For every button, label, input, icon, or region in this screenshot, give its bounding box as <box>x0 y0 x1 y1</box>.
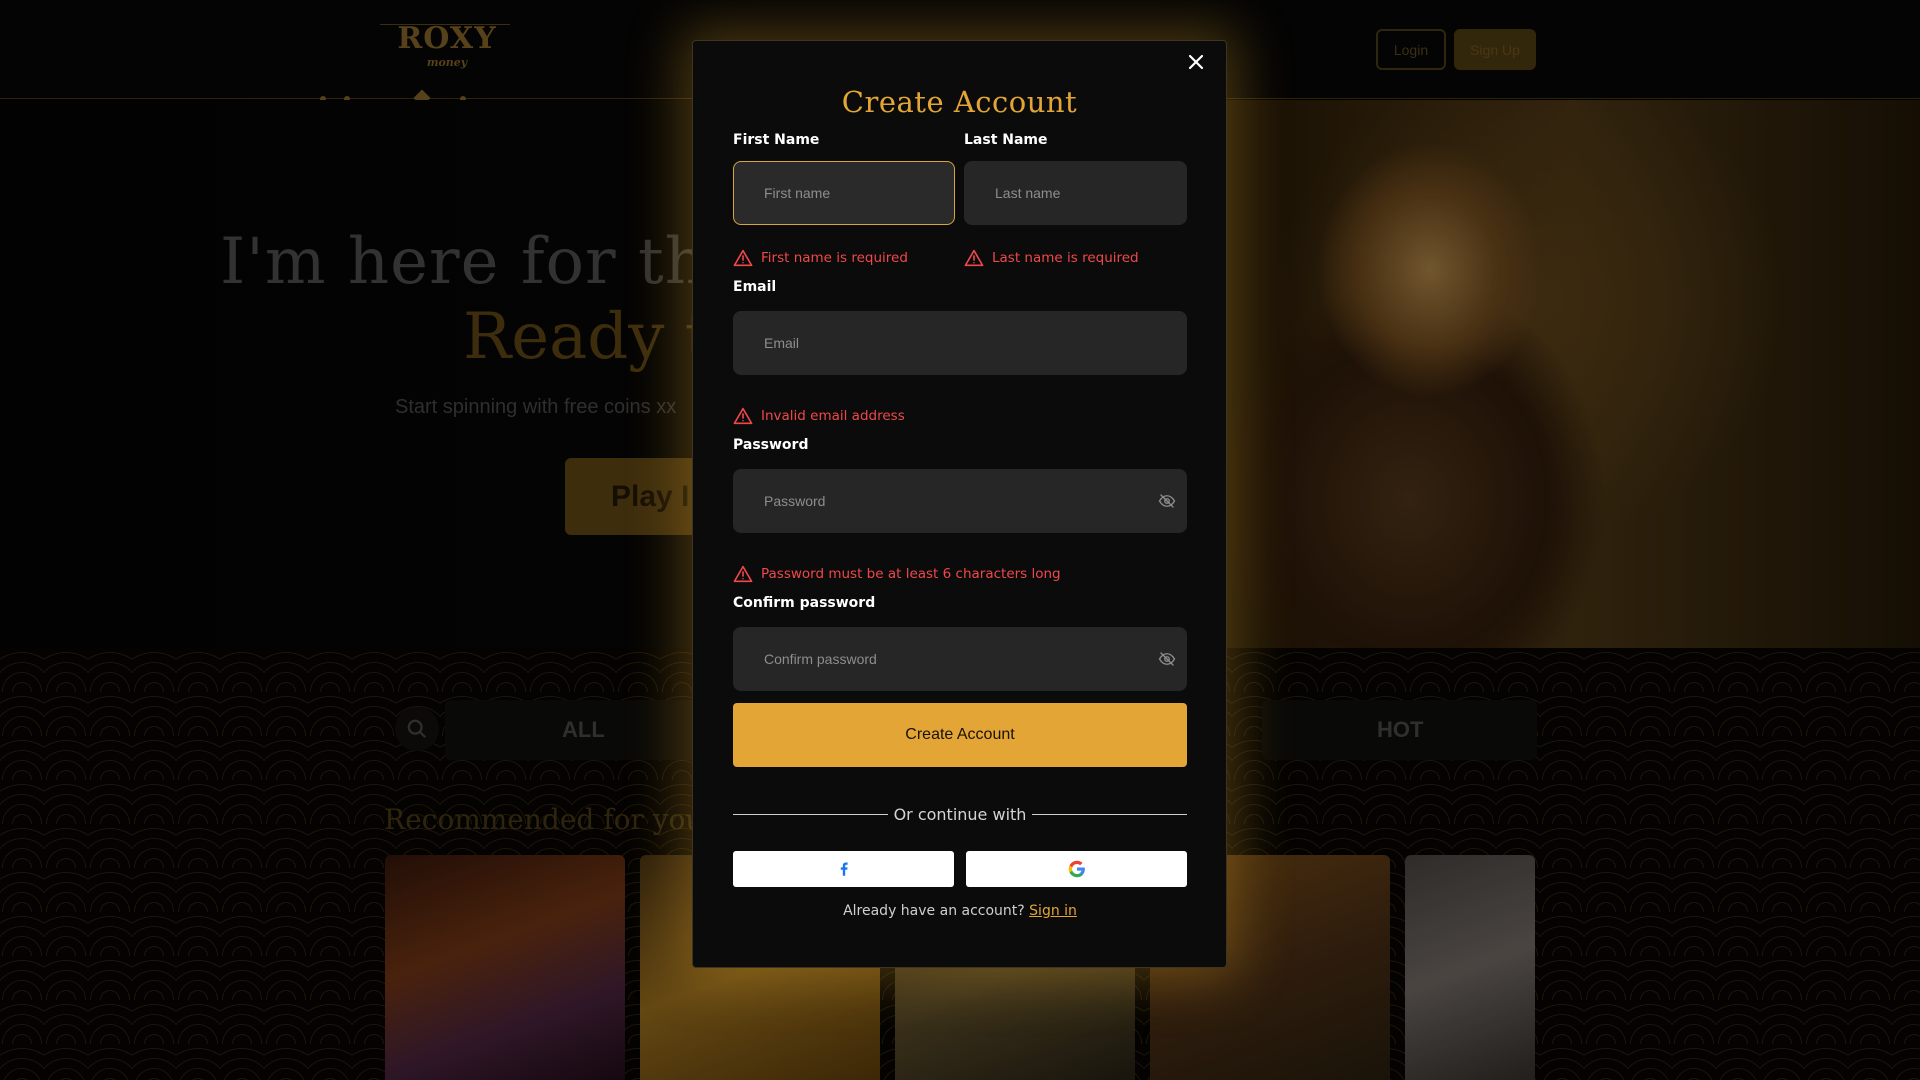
signin-prompt: Already have an account? Sign in <box>733 903 1187 919</box>
warning-triangle-icon <box>733 407 753 425</box>
eye-off-icon[interactable] <box>1158 492 1176 510</box>
warning-triangle-icon <box>733 565 753 583</box>
warning-triangle-icon <box>733 249 753 267</box>
signin-prompt-text: Already have an account? <box>843 903 1025 919</box>
first-name-error-text: First name is required <box>761 250 908 266</box>
password-error-text: Password must be at least 6 characters l… <box>761 566 1061 582</box>
google-icon <box>1068 860 1085 878</box>
eye-off-icon[interactable] <box>1158 650 1176 668</box>
password-error: Password must be at least 6 characters l… <box>733 565 1061 583</box>
signin-link[interactable]: Sign in <box>1029 903 1077 919</box>
google-login-button[interactable] <box>966 851 1187 887</box>
email-error: Invalid email address <box>733 407 905 425</box>
create-account-button[interactable]: Create Account <box>733 703 1187 767</box>
email-label: Email <box>733 279 777 295</box>
last-name-error: Last name is required <box>964 249 1139 267</box>
first-name-error: First name is required <box>733 249 908 267</box>
email-input[interactable] <box>733 311 1187 375</box>
last-name-label: Last Name <box>964 132 1048 148</box>
facebook-icon <box>840 862 848 876</box>
password-label: Password <box>733 437 809 453</box>
facebook-login-button[interactable] <box>733 851 954 887</box>
password-input[interactable] <box>733 469 1187 533</box>
divider-line-right <box>1032 814 1187 815</box>
last-name-input[interactable] <box>964 161 1187 225</box>
close-icon[interactable] <box>1183 49 1209 75</box>
modal-title: Create Account <box>841 85 1078 119</box>
warning-triangle-icon <box>964 249 984 267</box>
last-name-error-text: Last name is required <box>992 250 1139 266</box>
confirm-password-input[interactable] <box>733 627 1187 691</box>
first-name-input[interactable] <box>733 161 955 225</box>
first-name-label: First Name <box>733 132 820 148</box>
email-error-text: Invalid email address <box>761 408 905 424</box>
confirm-password-label: Confirm password <box>733 595 876 611</box>
